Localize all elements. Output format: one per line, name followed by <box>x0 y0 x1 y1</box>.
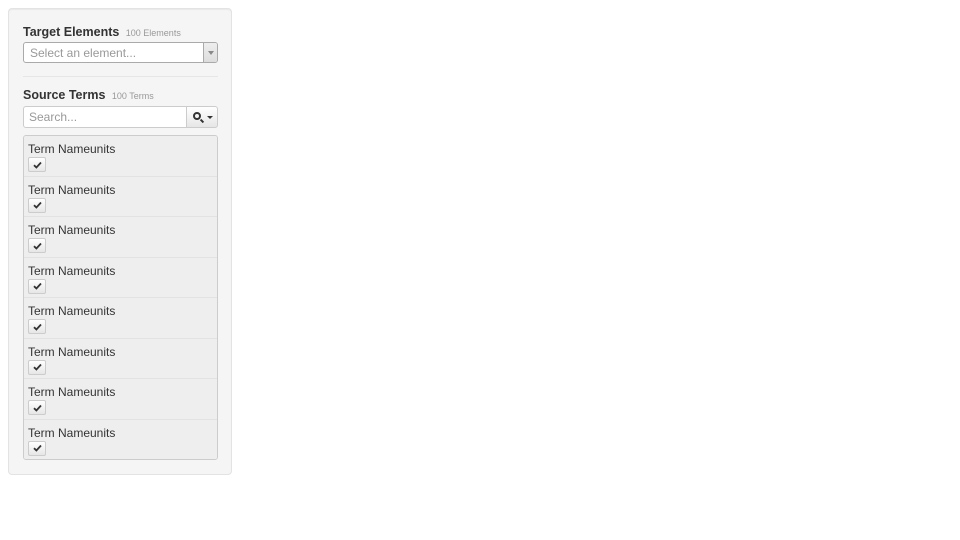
list-item[interactable]: Term Nameunits <box>24 136 217 177</box>
search-dropdown-button[interactable] <box>186 106 218 128</box>
source-terms-title: Source Terms <box>23 88 106 102</box>
check-icon <box>32 323 42 331</box>
term-name: Term Nameunits <box>28 304 116 318</box>
check-icon <box>32 201 42 209</box>
sidebar-panel: Target Elements 100 Elements Select an e… <box>8 8 232 475</box>
list-item[interactable]: Term Nameunits <box>24 298 217 339</box>
source-terms-header: Source Terms 100 Terms <box>23 86 154 104</box>
term-name: Term Nameunits <box>28 182 116 197</box>
search-icon-handle <box>199 118 205 124</box>
target-elements-header: Target Elements 100 Elements <box>23 23 181 41</box>
search-input[interactable] <box>23 106 187 128</box>
list-item[interactable]: Term Nameunits <box>24 419 217 459</box>
check-icon <box>32 363 42 371</box>
term-name: Term Nameunits <box>28 425 116 440</box>
term-check-button[interactable] <box>28 319 46 334</box>
list-item[interactable]: Term Nameunits <box>24 338 217 379</box>
select-arrow-button[interactable] <box>203 43 217 62</box>
check-icon <box>32 242 42 250</box>
term-name: Term Nameunits <box>28 223 116 237</box>
term-name: Term Nameunits <box>28 385 116 399</box>
list-item[interactable]: Term Nameunits <box>24 257 217 298</box>
term-check-button[interactable] <box>28 440 46 456</box>
term-check-button[interactable] <box>28 278 46 294</box>
caret-down-icon <box>207 116 213 119</box>
target-elements-title: Target Elements <box>23 25 120 39</box>
list-item[interactable]: Term Nameunits <box>24 217 217 258</box>
list-item[interactable]: Term Nameunits <box>24 379 217 420</box>
chevron-down-icon <box>208 51 214 55</box>
term-check-button[interactable] <box>28 400 46 415</box>
source-terms-count: 100 Terms <box>111 91 154 101</box>
check-icon <box>32 404 42 412</box>
term-name: Term Nameunits <box>28 263 116 278</box>
check-icon <box>32 444 42 452</box>
term-list[interactable]: Term Nameunits Term Nameunits Term Nameuni… <box>23 135 218 460</box>
term-check-button[interactable] <box>28 238 46 253</box>
target-elements-count: 100 Elements <box>125 28 181 38</box>
term-check-button[interactable] <box>28 157 46 172</box>
target-element-select-placeholder: Select an element... <box>30 46 137 60</box>
check-icon <box>32 282 42 290</box>
term-check-button[interactable] <box>28 359 46 375</box>
term-name: Term Nameunits <box>28 142 116 156</box>
list-item[interactable]: Term Nameunits <box>24 176 217 217</box>
section-divider <box>23 76 218 77</box>
target-element-select[interactable]: Select an element... <box>23 42 218 63</box>
term-name: Term Nameunits <box>28 344 116 359</box>
check-icon <box>32 161 42 169</box>
term-check-button[interactable] <box>28 197 46 213</box>
